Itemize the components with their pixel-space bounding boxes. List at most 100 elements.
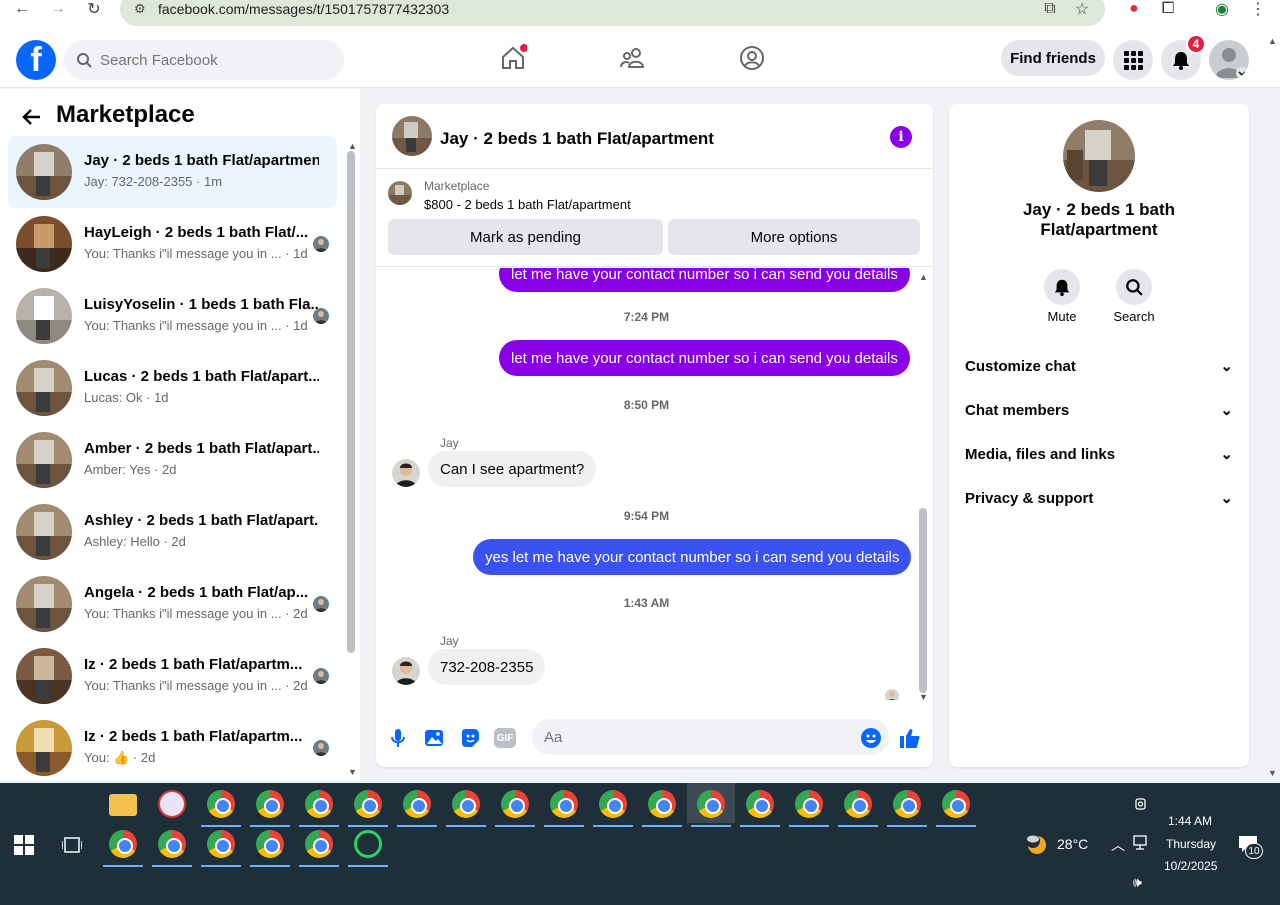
chrome-icon[interactable] — [648, 790, 676, 818]
conversation-item[interactable]: Lucas · 2 beds 1 bath Flat/apart... Lucas… — [8, 352, 337, 424]
message-input[interactable] — [532, 719, 889, 755]
sender-avatar[interactable] — [392, 657, 420, 685]
chrome-icon[interactable] — [844, 790, 872, 818]
back-arrow-icon[interactable] — [20, 105, 44, 129]
privacy-support-section[interactable]: Privacy & support ⌄ — [965, 476, 1233, 520]
address-bar[interactable]: ⚙ facebook.com/messages/t/15017578774323… — [120, 0, 1105, 26]
chat-scroll-up-arrow[interactable]: ▲ — [919, 272, 928, 282]
customize-chat-section[interactable]: Customize chat ⌄ — [965, 344, 1233, 388]
more-options-button[interactable]: More options — [668, 219, 920, 255]
meet-now-icon[interactable] — [1134, 797, 1148, 811]
chrome-icon[interactable] — [207, 790, 235, 818]
whatsapp-icon[interactable] — [354, 830, 382, 858]
search-in-chat-icon[interactable] — [1116, 269, 1152, 305]
scrollbar-thumb[interactable] — [347, 151, 355, 653]
chrome-icon[interactable] — [795, 790, 823, 818]
chrome-icon[interactable] — [501, 790, 529, 818]
chrome-icon[interactable] — [158, 830, 186, 858]
chrome-icon[interactable] — [893, 790, 921, 818]
task-view-icon[interactable] — [62, 835, 82, 855]
extension-icon[interactable]: ● — [1122, 0, 1146, 18]
search-box[interactable] — [64, 40, 344, 80]
chat-scroll-down-arrow[interactable]: ▼ — [919, 692, 928, 700]
conversation-item[interactable]: Ashley · 2 beds 1 bath Flat/apart... Ashl… — [8, 496, 337, 568]
menu-grid-icon[interactable] — [1113, 40, 1153, 80]
groups-icon[interactable] — [738, 44, 766, 72]
conversation-item[interactable]: Angela · 2 beds 1 bath Flat/ap... You: Th… — [8, 568, 337, 640]
show-hidden-icons-chevron-icon[interactable]: ︿ — [1111, 835, 1125, 855]
find-friends-button[interactable]: Find friends — [1001, 40, 1105, 76]
chrome-icon[interactable] — [452, 790, 480, 818]
mute-label[interactable]: Mute — [1032, 309, 1092, 324]
chrome-icon[interactable] — [599, 790, 627, 818]
emoji-icon[interactable] — [859, 726, 883, 750]
extensions-puzzle-icon[interactable]: ⧠ — [1156, 0, 1180, 18]
sticker-icon[interactable] — [458, 726, 482, 750]
chrome-icon[interactable] — [256, 790, 284, 818]
network-icon[interactable] — [1133, 835, 1151, 851]
clock-date[interactable]: 10/2/2025 — [1164, 859, 1217, 873]
conversation-item[interactable]: Amber · 2 beds 1 bath Flat/apart... Amber… — [8, 424, 337, 496]
reload-icon[interactable]: ↻ — [82, 0, 106, 18]
chrome-icon[interactable] — [354, 790, 382, 818]
sender-avatar[interactable] — [392, 459, 420, 487]
chrome-icon[interactable] — [207, 830, 235, 858]
info-icon[interactable]: i — [890, 126, 912, 148]
chrome-icon[interactable] — [256, 830, 284, 858]
like-thumbs-up-icon[interactable] — [898, 726, 922, 750]
chrome-icon[interactable] — [697, 790, 725, 818]
listing-price-title[interactable]: $800 - 2 beds 1 bath Flat/apartment — [424, 197, 631, 212]
site-settings-icon[interactable]: ⚙ — [134, 1, 150, 17]
paint-app-icon[interactable] — [158, 790, 186, 818]
conversation-item[interactable]: HayLeigh · 2 beds 1 bath Flat/... You: Th… — [8, 208, 337, 280]
page-scroll-up-arrow[interactable]: ▲ — [1268, 36, 1277, 46]
chat-scrollbar-thumb[interactable] — [919, 508, 927, 693]
forward-icon[interactable]: → — [46, 0, 70, 18]
friends-icon[interactable] — [619, 44, 647, 72]
mark-as-pending-button[interactable]: Mark as pending — [388, 219, 663, 255]
microphone-icon[interactable] — [386, 726, 410, 750]
chat-members-section[interactable]: Chat members ⌄ — [965, 388, 1233, 432]
temperature[interactable]: 28°C — [1057, 836, 1088, 852]
chrome-icon[interactable] — [109, 830, 137, 858]
photo-icon[interactable] — [422, 726, 446, 750]
conversation-item[interactable]: Jay · 2 beds 1 bath Flat/apartment Jay: 7… — [8, 136, 337, 208]
outgoing-message[interactable]: let me have your contact number so i can… — [499, 268, 910, 292]
incoming-message[interactable]: 732-208-2355 — [428, 649, 546, 685]
incoming-message[interactable]: Can I see apartment? — [428, 451, 597, 487]
bookmark-star-icon[interactable]: ☆ — [1070, 0, 1094, 18]
chrome-icon[interactable] — [305, 830, 333, 858]
menu-kebab-icon[interactable]: ⋮ — [1246, 0, 1270, 18]
outgoing-message[interactable]: let me have your contact number so i can… — [499, 340, 910, 376]
chrome-icon[interactable] — [942, 790, 970, 818]
search-label[interactable]: Search — [1104, 309, 1164, 324]
conversation-item[interactable]: Iz · 2 beds 1 bath Flat/apartm... You: 👍 … — [8, 712, 337, 784]
page-scroll-down-arrow[interactable]: ▼ — [1268, 768, 1277, 778]
chrome-icon[interactable] — [403, 790, 431, 818]
facebook-logo[interactable]: f — [16, 40, 56, 80]
profile-avatar[interactable] — [1209, 40, 1249, 80]
conversation-item[interactable]: LuisyYoselin · 1 beds 1 bath Fla... You: … — [8, 280, 337, 352]
mute-bell-icon[interactable] — [1044, 269, 1080, 305]
listing-large-thumbnail[interactable] — [1063, 120, 1135, 192]
weather-moon-icon[interactable] — [1025, 833, 1047, 855]
chrome-icon[interactable] — [746, 790, 774, 818]
scroll-down-arrow[interactable]: ▼ — [348, 767, 357, 777]
gif-icon[interactable]: GIF — [494, 728, 516, 748]
file-explorer-icon[interactable] — [109, 794, 137, 816]
account-icon[interactable]: ◉ — [1210, 0, 1234, 18]
windows-start-icon[interactable] — [14, 835, 34, 855]
home-icon[interactable] — [499, 44, 527, 72]
volume-icon[interactable]: 🕪 — [1133, 874, 1142, 891]
chat-title[interactable]: Jay · 2 beds 1 bath Flat/apartment — [440, 129, 714, 149]
search-input[interactable] — [100, 51, 320, 69]
clock-time[interactable]: 1:44 AM — [1168, 814, 1212, 828]
chrome-icon[interactable] — [550, 790, 578, 818]
clock-day[interactable]: Thursday — [1166, 837, 1216, 851]
install-app-icon[interactable]: ⧉ — [1038, 0, 1062, 18]
conversation-item[interactable]: Iz · 2 beds 1 bath Flat/apartm... You: Th… — [8, 640, 337, 712]
listing-thumbnail[interactable] — [392, 116, 432, 156]
media-files-links-section[interactable]: Media, files and links ⌄ — [965, 432, 1233, 476]
outgoing-message[interactable]: yes let me have your contact number so i… — [473, 539, 912, 575]
scroll-up-arrow[interactable]: ▲ — [348, 141, 357, 151]
